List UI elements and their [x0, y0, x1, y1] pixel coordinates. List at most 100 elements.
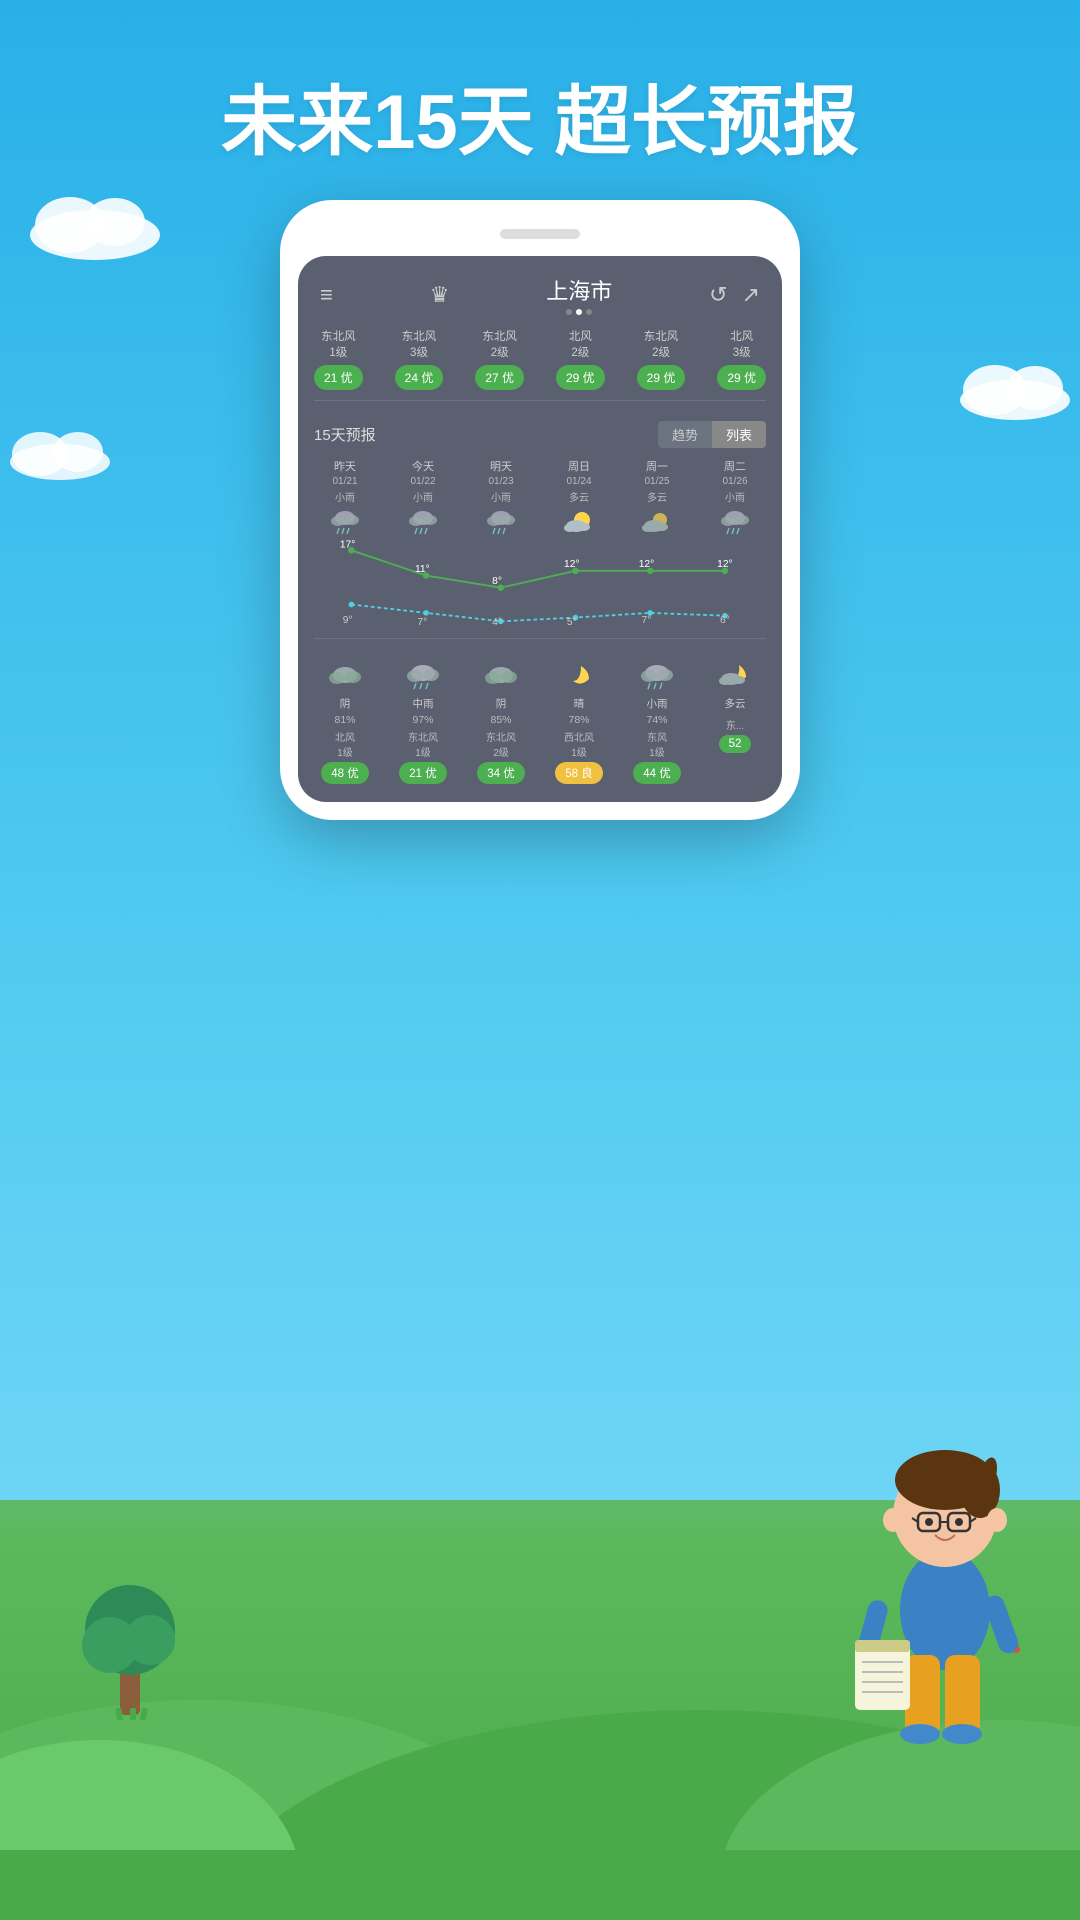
svg-text:7°: 7° [417, 618, 427, 629]
forecast-header: 15天预报 趋势 列表 [298, 411, 782, 454]
bw-wind-2: 东北风2级 [486, 729, 516, 759]
bw-badge-5: 52 [719, 735, 752, 753]
wq-col-5: 北风3级 29 优 [701, 329, 782, 390]
cloud-left [20, 180, 170, 260]
day-cond-5: 小雨 [725, 489, 745, 504]
day-label-4: 周一 [646, 460, 668, 474]
bw-icon-4 [638, 659, 676, 693]
dot-2 [576, 309, 582, 315]
app-topbar: ≡ ♛ 上海市 ↺ ↗ [298, 256, 782, 323]
speaker [500, 229, 580, 239]
hero-title: 未来15天 超长预报 [0, 60, 1080, 170]
phone-frame: ≡ ♛ 上海市 ↺ ↗ [280, 200, 800, 820]
dot-1 [566, 309, 572, 315]
divider-1 [314, 400, 766, 401]
quality-badge-3: 29 优 [556, 365, 605, 390]
bw-humidity-1: 97% [412, 714, 433, 726]
svg-text:12°: 12° [564, 560, 580, 571]
svg-text:11°: 11° [415, 564, 430, 575]
svg-text:7°: 7° [642, 616, 652, 627]
day-date-3: 01/24 [566, 476, 591, 487]
crown-icon[interactable]: ♛ [430, 282, 450, 308]
bw-badge-2: 34 优 [477, 762, 525, 784]
quality-badge-1: 24 优 [395, 365, 444, 390]
wind-text-1: 东北风3级 [402, 329, 437, 361]
wind-text-0: 东北风1级 [321, 329, 356, 361]
wq-col-2: 东北风2级 27 优 [459, 329, 540, 390]
bw-col-0: 阴 81% 北风1级 48 优 [306, 659, 384, 784]
phone-screen: ≡ ♛ 上海市 ↺ ↗ [298, 256, 782, 802]
bw-cond-2: 阴 [496, 696, 507, 711]
day-col-1: 今天 01/22 小雨 [384, 460, 462, 538]
svg-text:17°: 17° [340, 540, 356, 551]
day-col-4: 周一 01/25 多云 [618, 460, 696, 538]
bw-wind-5: 东... [726, 717, 744, 732]
temperature-chart: 17° 11° 8° 12° 12° 12° 9° 7° 4° 5° 7° 6° [306, 538, 774, 628]
bw-icon-2 [482, 659, 520, 693]
day-cond-4: 多云 [647, 489, 667, 504]
wind-quality-section: 东北风1级 21 优 东北风3级 24 优 东北风2级 27 优 北风2级 29… [298, 323, 782, 390]
day-icon-3 [561, 506, 597, 538]
bw-col-2: 阴 85% 东北风2级 34 优 [462, 659, 540, 784]
topbar-actions: ↺ ↗ [709, 282, 760, 308]
city-title-area: 上海市 [546, 274, 612, 315]
wind-text-4: 东北风2级 [644, 329, 679, 361]
svg-text:6°: 6° [720, 616, 730, 627]
quality-badge-0: 21 优 [314, 365, 363, 390]
tab-list[interactable]: 列表 [712, 421, 766, 448]
day-icon-2 [483, 506, 519, 538]
forecast-days: 昨天 01/21 小雨 [298, 454, 782, 538]
wind-text-3: 北风2级 [569, 329, 592, 361]
tree-illustration [80, 1560, 180, 1720]
wq-col-3: 北风2级 29 优 [540, 329, 621, 390]
menu-icon[interactable]: ≡ [320, 282, 333, 308]
bw-col-5: 多云 东... 52 [696, 659, 774, 784]
bw-humidity-3: 78% [568, 714, 589, 726]
day-icon-1 [405, 506, 441, 538]
bw-icon-3 [560, 659, 598, 693]
day-col-0: 昨天 01/21 小雨 [306, 460, 384, 538]
bw-wind-0: 北风1级 [335, 729, 355, 759]
day-label-0: 昨天 [334, 460, 356, 474]
svg-text:12°: 12° [717, 560, 733, 571]
cloud-right [950, 350, 1080, 420]
day-col-5: 周二 01/26 小雨 [696, 460, 774, 538]
forecast-tabs[interactable]: 趋势 列表 [658, 421, 766, 448]
bw-cond-3: 晴 [574, 696, 585, 711]
bw-badge-1: 21 优 [399, 762, 447, 784]
bw-col-3: 晴 78% 西北风1级 58 良 [540, 659, 618, 784]
day-date-0: 01/21 [332, 476, 357, 487]
svg-text:5°: 5° [567, 618, 577, 629]
share-icon[interactable]: ↗ [742, 282, 760, 308]
day-col-3: 周日 01/24 多云 [540, 460, 618, 538]
quality-badge-5: 29 优 [717, 365, 766, 390]
day-icon-4 [639, 506, 675, 538]
bw-col-1: 中雨 97% 东北风1级 21 优 [384, 659, 462, 784]
bw-cond-5: 多云 [725, 696, 746, 711]
bw-badge-4: 44 优 [633, 762, 681, 784]
day-cond-2: 小雨 [491, 489, 511, 504]
chart-svg: 17° 11° 8° 12° 12° 12° 9° 7° 4° 5° 7° 6° [314, 538, 766, 628]
day-icon-5 [717, 506, 753, 538]
bw-wind-4: 东风1级 [647, 729, 667, 759]
day-date-1: 01/22 [410, 476, 435, 487]
page-dots [546, 309, 612, 315]
tab-trend[interactable]: 趋势 [658, 421, 712, 448]
day-date-2: 01/23 [488, 476, 513, 487]
refresh-icon[interactable]: ↺ [709, 282, 727, 308]
wind-text-2: 东北风2级 [482, 329, 517, 361]
bw-wind-1: 东北风1级 [408, 729, 438, 759]
cloud-left-2 [0, 420, 120, 480]
day-label-3: 周日 [568, 460, 590, 474]
city-name: 上海市 [546, 274, 612, 306]
bw-icon-5 [716, 659, 754, 693]
svg-text:4°: 4° [492, 618, 502, 629]
bw-icon-1 [404, 659, 442, 693]
bw-badge-0: 48 优 [321, 762, 369, 784]
quality-badge-2: 27 优 [475, 365, 524, 390]
wind-quality-table: 东北风1级 21 优 东北风3级 24 优 东北风2级 27 优 北风2级 29… [298, 329, 782, 390]
wq-col-4: 东北风2级 29 优 [621, 329, 702, 390]
bw-icon-0 [326, 659, 364, 693]
dot-3 [586, 309, 592, 315]
bottom-weather: 阴 81% 北风1级 48 优 [298, 649, 782, 788]
